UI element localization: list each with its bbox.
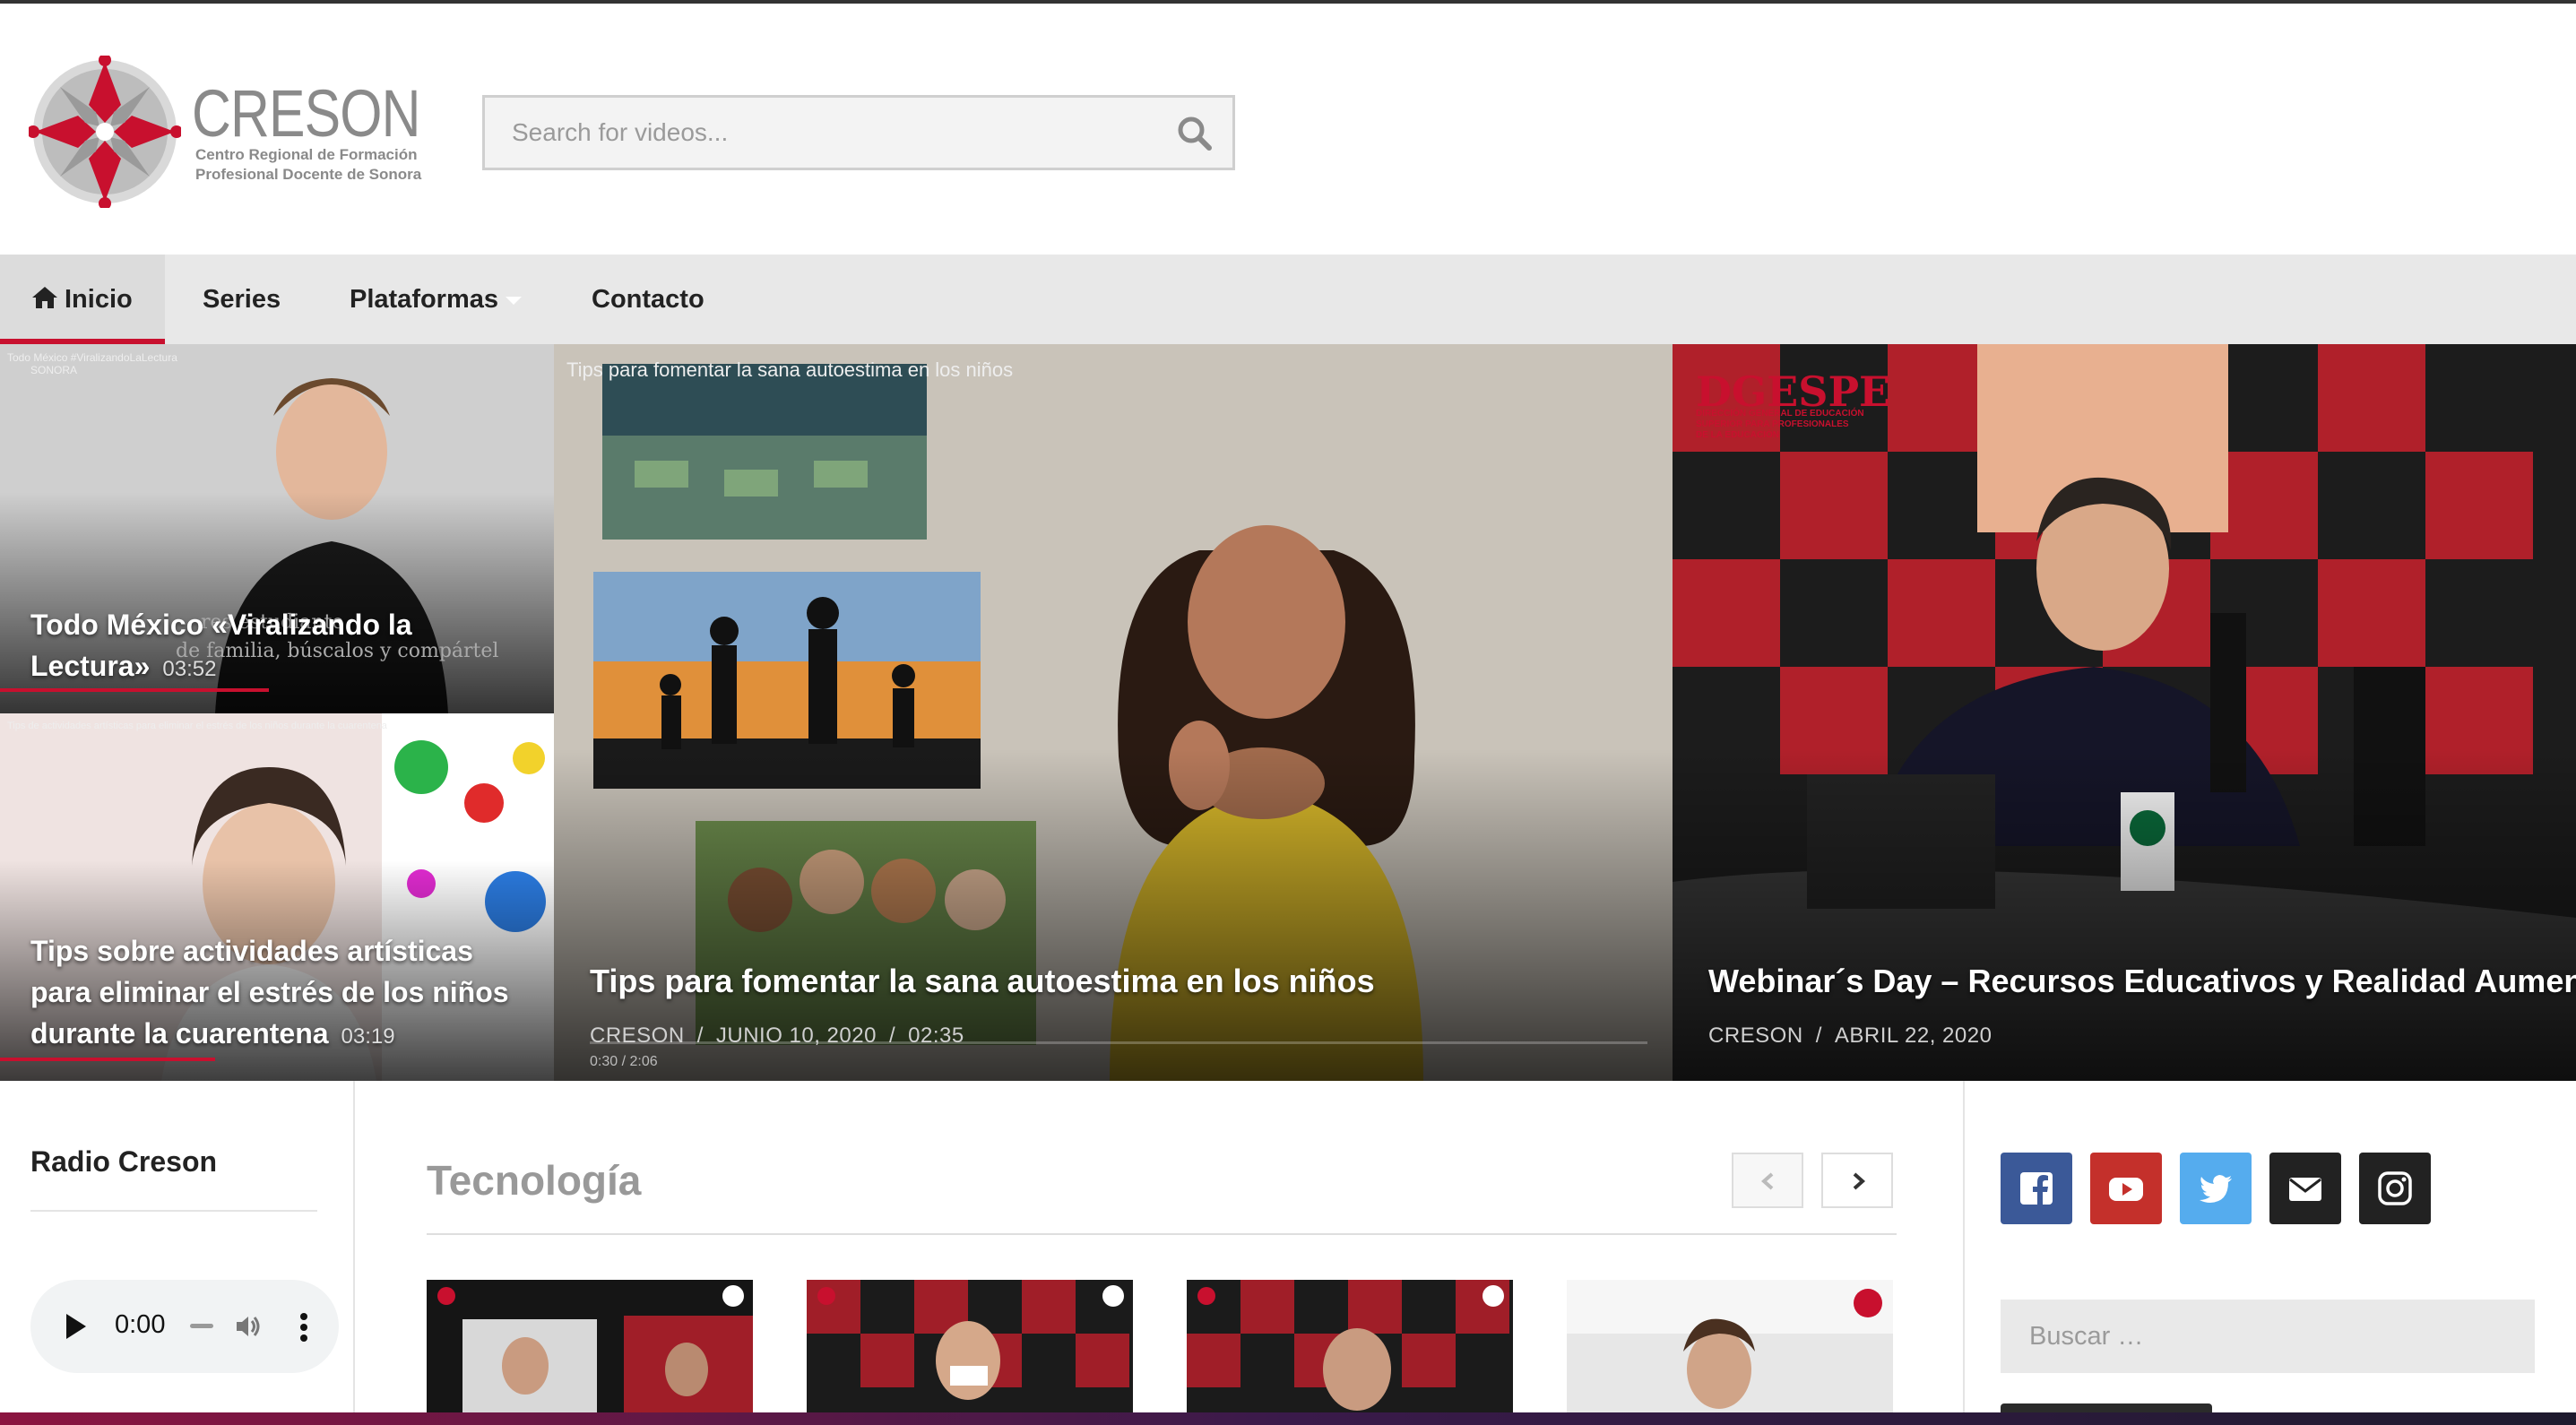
main-nav: Inicio Series Plataformas Contacto [0, 255, 2576, 344]
chevron-right-icon [1853, 1172, 1866, 1190]
featured-video-webinars-day[interactable]: DGESPE DIRECCIÓN GENERAL DE EDUCACIÓN SU… [1673, 344, 2576, 1081]
youtube-link[interactable] [2090, 1153, 2162, 1224]
video-search [482, 95, 1235, 170]
right-sidebar [1965, 1081, 2576, 1425]
video-duration: 03:19 [341, 1024, 395, 1049]
video-overlay-title: Todo México #ViralizandoLaLectura [7, 351, 177, 364]
featured-video-autoestima[interactable]: Tips para fomentar la sana autoestima en… [554, 344, 1673, 1081]
video-title-line-2: Lectura» [30, 650, 151, 682]
nav-label-contacto: Contacto [592, 285, 705, 314]
video-overlay-title: Tips de actividades artísticas para elim… [7, 721, 387, 731]
facebook-link[interactable] [2001, 1153, 2072, 1224]
video-date: ABRIL 22, 2020 [1834, 1023, 1993, 1048]
facebook-icon [2020, 1172, 2053, 1205]
logo-subtitle-line-1: Centro Regional de Formación [195, 146, 418, 163]
video-title-line-1: Todo México «Viralizando la [30, 609, 412, 641]
nav-label-series: Series [203, 285, 281, 314]
site-logo[interactable]: CRESON Centro Regional de Formación Prof… [29, 56, 423, 208]
nav-item-contacto[interactable]: Contacto [592, 255, 705, 344]
progress-bar [0, 1058, 215, 1061]
radio-title: Radio Creson [30, 1145, 218, 1178]
dgespe-subtitle-line-3: DE LA EDUCACIÓN [1696, 430, 1779, 440]
volume-icon[interactable] [233, 1312, 262, 1341]
bottom-border [0, 1412, 2576, 1425]
instagram-icon [2378, 1171, 2412, 1205]
radio-audio-player: 0:00 [30, 1280, 339, 1373]
play-icon[interactable] [66, 1314, 86, 1339]
video-title: Tips para fomentar la sana autoestima en… [590, 963, 1375, 999]
featured-video-actividades-artisticas[interactable]: Tips de actividades artísticas para elim… [0, 713, 554, 1081]
video-title: Todo México «Viralizando la Lectura» 03:5… [30, 604, 532, 690]
creson-flower-icon [29, 56, 181, 208]
video-card[interactable] [427, 1280, 753, 1425]
site-header: CRESON Centro Regional de Formación Prof… [0, 4, 2576, 255]
audio-seek-bar[interactable] [190, 1324, 213, 1328]
search-icon[interactable] [1175, 114, 1215, 153]
nav-item-series[interactable]: Series [203, 255, 281, 344]
dgespe-subtitle: DIRECCIÓN GENERAL DE EDUCACIÓN SUPERIOR … [1696, 409, 1864, 441]
progress-bar [0, 688, 269, 692]
player-progress-track [590, 1041, 1647, 1044]
twitter-icon [2200, 1175, 2232, 1203]
video-title: Webinar´s Day – Recursos Educativos y Re… [1708, 963, 2576, 999]
video-card[interactable] [1187, 1280, 1513, 1425]
video-card[interactable] [807, 1280, 1133, 1425]
more-options-icon[interactable] [299, 1312, 308, 1343]
carousel-next-button[interactable] [1821, 1153, 1893, 1208]
video-duration: 03:52 [162, 657, 217, 681]
email-icon [2289, 1178, 2321, 1201]
main-content: Tecnología [355, 1081, 1965, 1425]
video-title-line-1: Tips sobre actividades artísticas [30, 935, 473, 967]
email-link[interactable] [2269, 1153, 2341, 1224]
video-thumbnail-image [1187, 1280, 1513, 1425]
carousel-prev-button[interactable] [1732, 1153, 1803, 1208]
video-meta: CRESON / JUNIO 10, 2020/02:35 [590, 1023, 964, 1048]
twitter-link[interactable] [2180, 1153, 2252, 1224]
logo-subtitle: Centro Regional de Formación Profesional… [195, 145, 428, 185]
video-search-input[interactable] [485, 98, 1148, 168]
video-meta: CRESON / ABRIL 22, 2020 [1708, 1023, 1993, 1048]
video-thumbnail-image [427, 1280, 753, 1425]
dgespe-subtitle-line-2: SUPERIOR PARA PROFESIONALES [1696, 419, 1849, 429]
audio-time: 0:00 [115, 1310, 166, 1339]
video-title-line-3: durante la cuarentena [30, 1017, 329, 1049]
logo-subtitle-line-2: Profesional Docente de Sonora [195, 166, 422, 183]
video-title-line-2: para eliminar el estrés de los niños [30, 976, 509, 1008]
video-title: Tips sobre actividades artísticas para e… [30, 930, 550, 1058]
home-icon [32, 287, 57, 308]
video-thumbnail-image [807, 1280, 1133, 1425]
video-overlay-title: Tips para fomentar la sana autoestima en… [566, 358, 1014, 381]
dgespe-subtitle-line-1: DIRECCIÓN GENERAL DE EDUCACIÓN [1696, 409, 1864, 419]
instagram-link[interactable] [2359, 1153, 2431, 1224]
nav-item-plataformas[interactable]: Plataformas [350, 255, 523, 344]
section-title-tecnologia: Tecnología [427, 1157, 642, 1204]
youtube-icon [2109, 1178, 2143, 1201]
video-author: CRESON [1708, 1023, 1803, 1048]
nav-label-plataformas: Plataformas [350, 285, 499, 314]
nav-item-inicio[interactable]: Inicio [0, 255, 165, 344]
chevron-left-icon [1760, 1172, 1774, 1190]
chevron-down-icon [506, 296, 523, 305]
featured-video-viralizando[interactable]: Todo México #ViralizandoLaLectura SONORA… [0, 344, 554, 713]
video-thumbnail-image [1567, 1280, 1893, 1425]
logo-wordmark: CRESON [192, 76, 421, 151]
nav-label-inicio: Inicio [65, 285, 133, 314]
featured-videos: Todo México #ViralizandoLaLectura SONORA… [0, 344, 2576, 1081]
divider [427, 1233, 1897, 1235]
player-time: 0:30 / 2:06 [590, 1054, 658, 1069]
video-card[interactable] [1567, 1280, 1893, 1425]
left-sidebar: Radio Creson 0:00 [0, 1081, 355, 1425]
divider [30, 1210, 317, 1212]
video-overlay-sub: SONORA [30, 364, 78, 376]
sidebar-search-input[interactable] [2001, 1300, 2535, 1373]
